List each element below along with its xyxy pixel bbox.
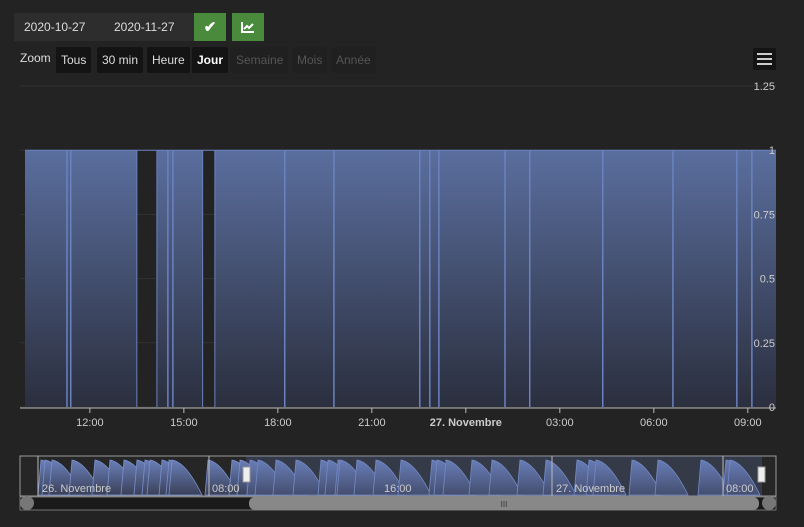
scrollbar-grip: III <box>501 500 508 509</box>
y-tick-label: 1.25 <box>754 81 775 93</box>
scroll-left-button[interactable] <box>20 496 34 510</box>
chart: 00.250.50.7511.2512:00 15:00 18:00 21:00 27.… <box>19 81 777 511</box>
nav-label: 16:00 <box>384 483 412 495</box>
area-segment <box>156 150 203 407</box>
scroll-right-button[interactable] <box>762 496 776 510</box>
x-tick-label: 06:00 <box>640 417 668 429</box>
area-segment <box>214 150 776 407</box>
nav-label: 08:00 <box>212 483 240 495</box>
y-tick-label: 1 <box>769 145 775 157</box>
navigator-left-handle[interactable] <box>242 466 251 483</box>
area-segment <box>25 150 137 407</box>
nav-label: 08:00 <box>726 483 754 495</box>
y-tick-label: 0.75 <box>754 209 775 221</box>
nav-label: 27. Novembre <box>556 483 625 495</box>
x-tick-label: 12:00 <box>76 417 104 429</box>
x-tick-label: 09:00 <box>734 417 762 429</box>
x-tick-label: 18:00 <box>264 417 292 429</box>
x-tick-label: 27. Novembre <box>430 417 502 429</box>
y-tick-label: 0.25 <box>754 338 775 350</box>
navigator-right-handle[interactable] <box>757 466 766 483</box>
y-tick-label: 0.5 <box>760 274 775 286</box>
navigator-selection[interactable] <box>246 456 762 496</box>
x-tick-label: 03:00 <box>546 417 574 429</box>
x-tick-label: 21:00 <box>358 417 386 429</box>
nav-label: 26. Novembre <box>42 483 111 495</box>
x-tick-label: 15:00 <box>170 417 198 429</box>
